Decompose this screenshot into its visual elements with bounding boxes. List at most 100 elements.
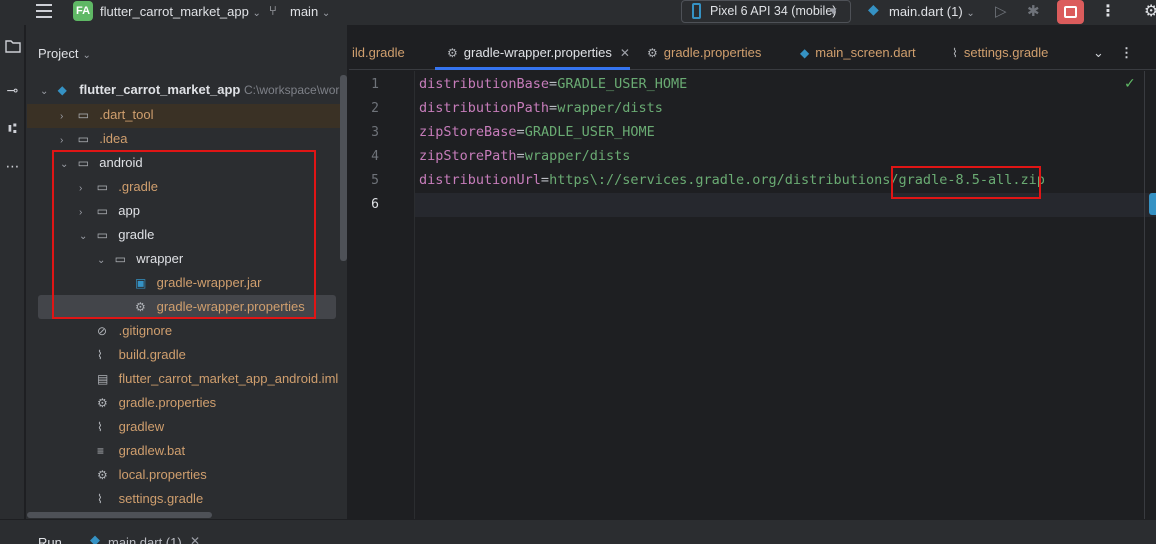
scrollbar-marker: [1149, 193, 1156, 215]
line-number: 3: [371, 125, 379, 140]
chevron-right-icon: ›: [60, 135, 64, 146]
tool-window-stripe: ⊸ ⑆ ⋯: [0, 25, 25, 544]
branch-icon: ⑂: [269, 3, 277, 18]
tree-item-label: .gitignore: [118, 323, 173, 338]
property-key: distributionUrl: [419, 172, 541, 188]
tree-item-label: gradle.properties: [118, 395, 217, 410]
property-key: zipStorePath: [419, 148, 517, 164]
tree-item[interactable]: › ▭ .idea: [60, 128, 127, 150]
tree-item[interactable]: ⚙ local.properties: [97, 464, 207, 486]
gear-icon: ⚙: [97, 468, 108, 482]
gradle-icon: ⌇: [97, 420, 103, 434]
stop-button[interactable]: [1057, 0, 1084, 24]
property-value: GRADLE_USER_HOME: [557, 76, 688, 92]
tab-label: ild.gradle: [352, 45, 405, 60]
line-number: 4: [371, 149, 379, 164]
tree-item[interactable]: ⌇ settings.gradle: [97, 488, 203, 510]
close-icon[interactable]: ✕: [620, 46, 630, 60]
gradle-icon: ⌇: [97, 348, 103, 362]
editor-scrollbar-track[interactable]: [1144, 71, 1145, 521]
tree-item[interactable]: ⚙ gradle.properties: [97, 392, 216, 414]
project-view-selector[interactable]: Project ⌄: [38, 46, 91, 61]
chevron-down-icon: ⌄: [321, 8, 331, 19]
dart-file-icon: ◆: [800, 46, 810, 60]
gradle-icon: ⌇: [952, 46, 958, 60]
flutter-icon: ◆: [868, 2, 879, 18]
tree-item-label: flutter_carrot_market_app_android.iml: [118, 371, 339, 386]
property-value: wrapper/dists: [557, 100, 663, 116]
tab-main-screen-dart[interactable]: ◆ main_screen.dart: [800, 40, 916, 70]
project-folder-icon[interactable]: [0, 39, 25, 57]
tree-item[interactable]: ≡ gradlew.bat: [97, 440, 185, 462]
horizontal-scrollbar[interactable]: [27, 512, 212, 518]
close-icon[interactable]: ✕: [190, 534, 200, 544]
branch-name: main: [290, 4, 319, 19]
settings-icon[interactable]: ⚙: [1144, 1, 1156, 20]
debug-icon[interactable]: ✱: [1027, 2, 1040, 20]
project-name: flutter_carrot_market_app: [100, 4, 249, 19]
tab-build-gradle[interactable]: ild.gradle: [352, 40, 405, 70]
vertical-scrollbar[interactable]: [340, 75, 347, 261]
tab-list-chevron-icon[interactable]: ⌄: [1093, 40, 1104, 70]
run-icon[interactable]: ▷: [995, 2, 1007, 20]
folder-icon: ▭: [77, 108, 89, 122]
flutter-icon: ◆: [90, 533, 100, 544]
run-tool-window-label[interactable]: Run: [38, 535, 62, 544]
property-value: wrapper/dists: [524, 148, 631, 164]
check-icon: ✓: [1124, 76, 1136, 92]
tree-item-label: local.properties: [118, 467, 207, 482]
more-icon[interactable]: ⋮: [1120, 40, 1133, 70]
run-config-selector[interactable]: main.dart (1) ⌄: [889, 4, 975, 19]
chevron-down-icon: ⌄: [966, 8, 975, 19]
main-menu-icon[interactable]: [36, 4, 52, 18]
gear-icon: ⚙: [97, 396, 108, 410]
property-key: distributionPath: [419, 100, 550, 116]
tree-item[interactable]: ▤ flutter_carrot_market_app_android.iml: [97, 368, 338, 390]
line-number: 5: [371, 173, 379, 188]
chevron-right-icon: ›: [60, 111, 64, 122]
root-folder-name: flutter_carrot_market_app: [79, 82, 241, 97]
commit-icon[interactable]: ⊸: [0, 83, 25, 99]
chevron-down-icon: ⌄: [82, 50, 91, 61]
tab-label: main_screen.dart: [815, 45, 916, 60]
code-line[interactable]: zipStorePath=wrapper/dists: [419, 148, 630, 164]
tree-item[interactable]: ⌇ gradlew: [97, 416, 164, 438]
branch-selector[interactable]: main ⌄: [290, 4, 330, 19]
code-line[interactable]: zipStoreBase=GRADLE_USER_HOME: [419, 124, 655, 140]
annotation-highlight-box: [891, 166, 1041, 199]
active-tab-indicator: [435, 67, 630, 70]
flutter-icon: ◆: [57, 83, 67, 97]
code-line[interactable]: distributionBase=GRADLE_USER_HOME: [419, 76, 687, 92]
tree-item-label: build.gradle: [118, 347, 186, 362]
annotation-highlight-box: [52, 150, 316, 319]
chevron-down-icon: ⌄: [252, 8, 261, 19]
device-name: Pixel 6 API 34 (mobile): [710, 4, 837, 18]
project-selector[interactable]: flutter_carrot_market_app ⌄: [100, 4, 261, 19]
more-icon[interactable]: ⋮: [1100, 1, 1116, 20]
tab-gradle-properties[interactable]: ⚙ gradle.properties: [647, 40, 761, 70]
tree-item-label: settings.gradle: [118, 491, 204, 506]
folder-icon: ▭: [77, 132, 89, 146]
run-tab-label[interactable]: main.dart (1): [108, 535, 182, 544]
more-tools-icon[interactable]: ⋯: [0, 159, 25, 175]
root-folder-path: C:\workspace\work: [244, 83, 346, 97]
property-key: distributionBase: [419, 76, 550, 92]
ignore-file-icon: ⊘: [97, 324, 108, 338]
tree-item-label: .idea: [99, 131, 128, 146]
tree-item[interactable]: › ▭ .dart_tool: [60, 104, 153, 126]
gradle-icon: ⌇: [97, 492, 103, 506]
line-number: 1: [371, 77, 379, 92]
tab-label: settings.gradle: [963, 45, 1049, 60]
project-badge[interactable]: FA: [73, 1, 93, 21]
tree-item[interactable]: ⌇ build.gradle: [97, 344, 186, 366]
code-line[interactable]: distributionPath=wrapper/dists: [419, 100, 663, 116]
structure-icon[interactable]: ⑆: [0, 121, 25, 137]
tab-gradle-wrapper-properties[interactable]: ⚙ gradle-wrapper.properties ✕: [447, 40, 630, 70]
chevron-down-icon: ⌄: [40, 86, 49, 97]
tree-item[interactable]: ⊘ .gitignore: [97, 320, 172, 342]
tab-settings-gradle[interactable]: ⌇ settings.gradle: [952, 40, 1048, 70]
tree-item-label: .dart_tool: [99, 107, 154, 122]
gear-icon: ⚙: [447, 46, 458, 60]
tree-item-root[interactable]: ⌄ ◆ flutter_carrot_market_app C:\workspa…: [40, 79, 345, 101]
property-key: zipStoreBase: [419, 124, 517, 140]
